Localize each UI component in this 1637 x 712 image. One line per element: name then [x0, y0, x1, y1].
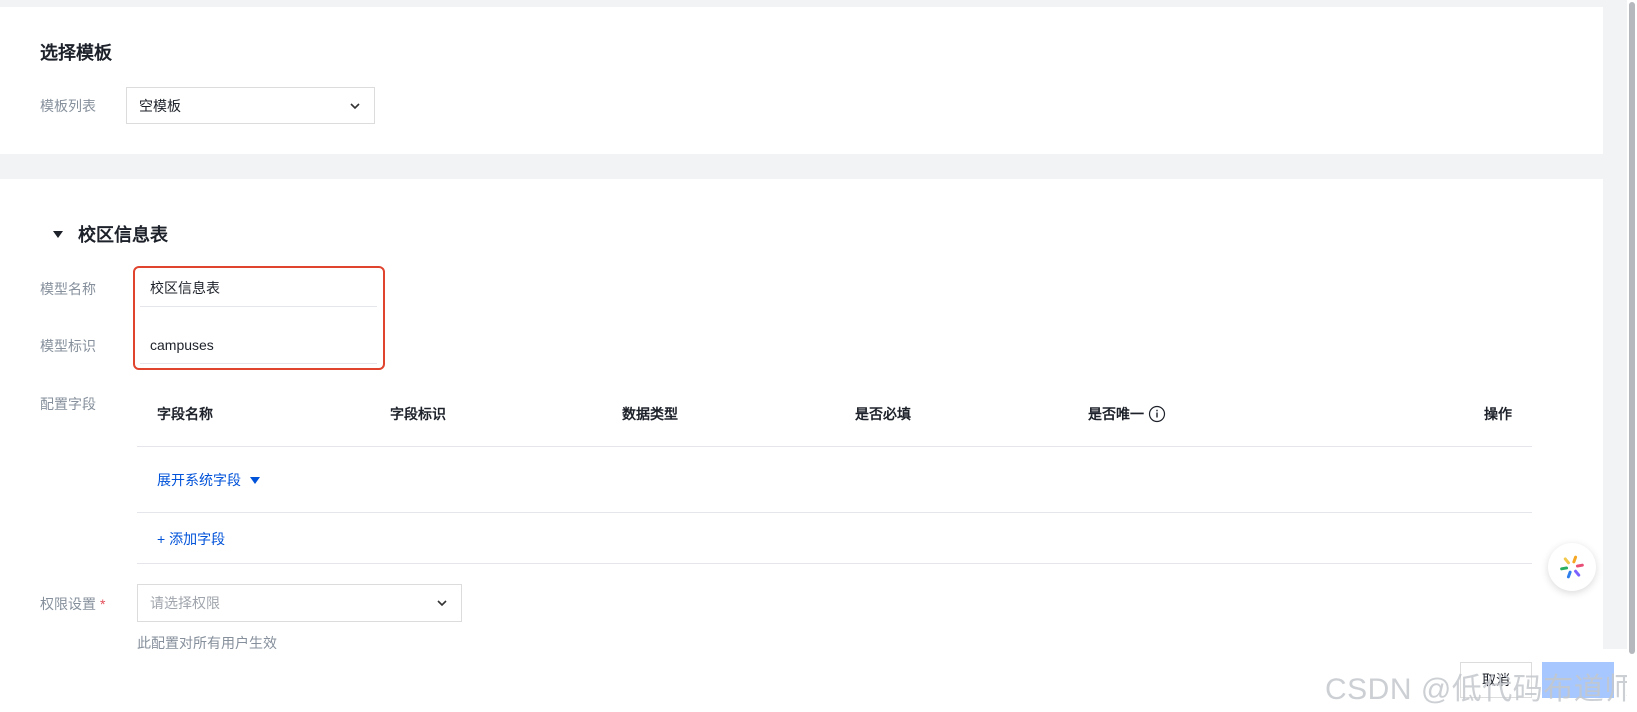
info-icon[interactable]: [1148, 405, 1166, 423]
add-field-button[interactable]: + 添加字段: [157, 529, 225, 549]
permission-select[interactable]: 请选择权限: [137, 584, 462, 622]
model-card: [0, 179, 1603, 649]
chevron-down-icon: [350, 102, 360, 109]
col-header-data-type: 数据类型: [622, 406, 678, 422]
col-header-actions: 操作: [1484, 406, 1512, 422]
template-section-title: 选择模板: [40, 43, 112, 63]
table-divider: [137, 563, 1532, 564]
caret-down-icon: [53, 231, 63, 238]
assistant-logo-icon: [1560, 555, 1584, 579]
permission-label: 权限设置: [40, 596, 96, 612]
col-header-unique: 是否唯一: [1088, 406, 1144, 422]
col-header-required: 是否必填: [855, 406, 911, 422]
chevron-down-icon: [437, 600, 447, 607]
model-name-label: 模型名称: [40, 281, 96, 297]
col-header-field-name: 字段名称: [157, 406, 213, 422]
template-card: [0, 7, 1603, 154]
required-mark: *: [100, 596, 106, 612]
expand-system-fields-link[interactable]: 展开系统字段: [157, 470, 261, 490]
table-divider: [137, 446, 1532, 447]
expand-system-fields-label: 展开系统字段: [157, 472, 241, 488]
permission-placeholder: 请选择权限: [150, 595, 220, 611]
col-header-unique-wrap: 是否唯一: [1088, 404, 1166, 424]
model-section-title: 校区信息表: [78, 225, 168, 245]
model-id-label: 模型标识: [40, 338, 96, 354]
permission-label-wrap: 权限设置 *: [40, 594, 105, 614]
fields-label: 配置字段: [40, 396, 96, 412]
assistant-float-button[interactable]: [1548, 543, 1596, 591]
scrollbar-thumb[interactable]: [1629, 2, 1635, 654]
template-select[interactable]: 空模板: [126, 87, 375, 124]
table-divider: [137, 512, 1532, 513]
highlight-box: [133, 266, 385, 370]
caret-down-icon: [250, 477, 260, 484]
watermark: CSDN @低代码布道师: [1325, 673, 1635, 706]
model-collapse-toggle[interactable]: 校区信息表: [52, 221, 168, 247]
template-list-label: 模板列表: [40, 98, 96, 114]
template-select-value: 空模板: [139, 97, 181, 114]
col-header-field-id: 字段标识: [390, 406, 446, 422]
